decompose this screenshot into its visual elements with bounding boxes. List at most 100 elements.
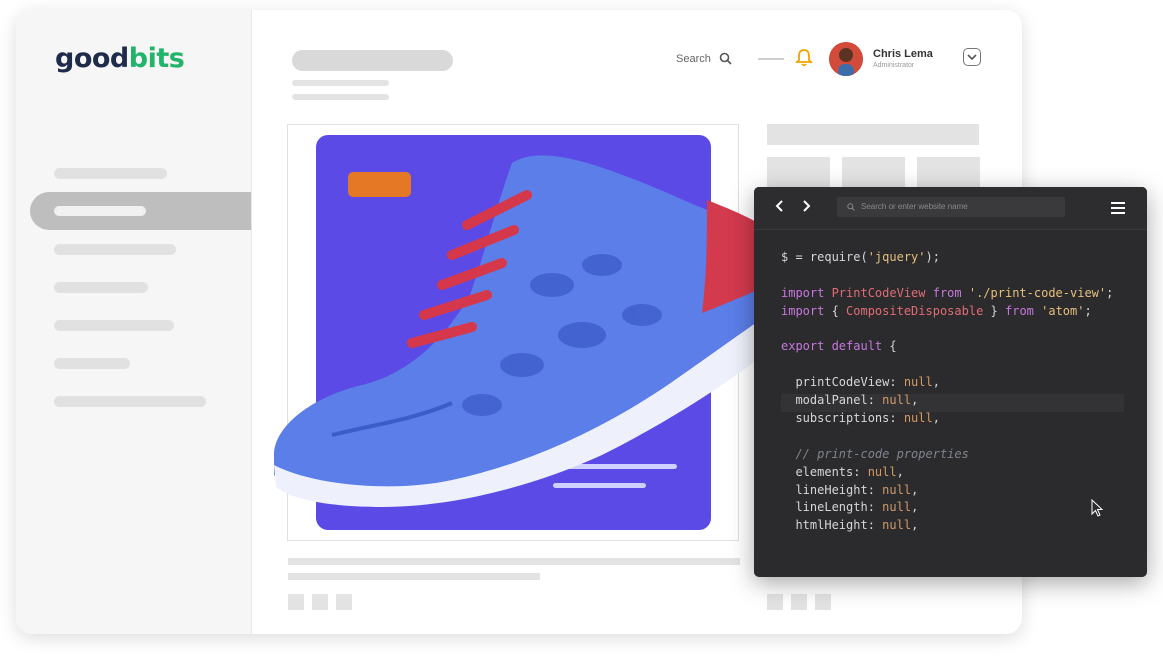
search-button[interactable]: Search: [676, 52, 732, 65]
code-token: {: [831, 303, 847, 318]
code-token: CompositeDisposable: [846, 303, 984, 318]
footer-line-placeholder-1: [288, 558, 740, 565]
sidebar-item-6[interactable]: [54, 358, 130, 369]
code-token: PrintCodeView: [831, 285, 933, 300]
sneaker-image: [274, 155, 770, 507]
bell-icon[interactable]: [795, 48, 813, 68]
search-icon: [847, 203, 855, 211]
code-token: printCodeView:: [781, 375, 904, 390]
pager-square-5[interactable]: [791, 594, 807, 610]
avatar-image: [829, 42, 863, 76]
code-token: import: [781, 285, 832, 300]
code-line: // print-code properties: [781, 446, 1113, 464]
code-token: from: [1005, 303, 1042, 318]
sidebar-item-4[interactable]: [54, 282, 148, 293]
pager-square-1[interactable]: [288, 594, 304, 610]
code-token: htmlHeight:: [781, 518, 883, 533]
code-token: import: [781, 303, 832, 318]
code-token: );: [925, 250, 940, 264]
code-line: lineHeight: null,: [781, 482, 1113, 500]
code-line: modalPanel: null,: [781, 392, 1113, 410]
code-line: export default {: [781, 338, 1113, 356]
thumb-placeholder-1: [767, 157, 830, 187]
code-token: null: [882, 393, 912, 408]
page-title-placeholder: [292, 50, 453, 71]
pager-square-6[interactable]: [815, 594, 831, 610]
code-token: export default: [781, 339, 890, 354]
code-line: subscriptions: null,: [781, 410, 1113, 428]
user-menu-dropdown[interactable]: [963, 48, 981, 66]
code-token: lineHeight:: [781, 482, 883, 497]
logo[interactable]: goodbits: [55, 43, 185, 74]
code-token: elements:: [781, 464, 868, 479]
code-token: null: [882, 500, 912, 515]
avatar[interactable]: [829, 42, 863, 76]
code-token: './print-code-view': [968, 285, 1107, 300]
logo-text-bits: bits: [128, 43, 185, 74]
code-token: ,: [896, 464, 904, 479]
sidebar-item-3[interactable]: [54, 244, 176, 255]
sidebar-item-active[interactable]: [30, 192, 251, 230]
code-browser-window: Search or enter website name $ = require…: [754, 187, 1147, 577]
code-line: htmlHeight: null,: [781, 517, 1113, 535]
user-name: Chris Lema: [873, 48, 933, 60]
address-bar[interactable]: Search or enter website name: [837, 197, 1065, 217]
code-line: import PrintCodeView from './print-code-…: [781, 285, 1113, 303]
code-token: subscriptions:: [781, 411, 904, 426]
code-token: {: [889, 339, 897, 354]
code-browser-toolbar: Search or enter website name: [754, 187, 1147, 230]
code-token: ,: [932, 411, 940, 426]
search-icon: [719, 52, 732, 65]
header-divider: [758, 58, 784, 60]
code-token: ,: [911, 500, 919, 515]
code-editor[interactable]: $ = require('jquery'); import PrintCodeV…: [781, 249, 1113, 535]
pager-square-4[interactable]: [767, 594, 783, 610]
footer-line-placeholder-2: [288, 573, 540, 580]
code-token: null: [882, 482, 912, 497]
code-token: ;: [1106, 285, 1114, 300]
sidebar-item-7[interactable]: [54, 396, 206, 407]
pager-square-2[interactable]: [312, 594, 328, 610]
thumb-placeholder-2: [842, 157, 905, 187]
sidebar-item-active-label: [54, 206, 146, 216]
code-line: import { CompositeDisposable } from 'ato…: [781, 303, 1113, 321]
sidebar-item-5[interactable]: [54, 320, 174, 331]
chevron-down-icon: [967, 53, 977, 60]
sidebar-item-1[interactable]: [54, 168, 167, 179]
code-token: ,: [911, 518, 919, 533]
chevron-right-icon[interactable]: [802, 199, 812, 213]
code-token: from: [932, 285, 969, 300]
code-token: ,: [911, 393, 919, 408]
code-token: }: [983, 303, 1005, 318]
subtitle-placeholder-2: [292, 94, 389, 100]
code-token: null: [903, 375, 933, 390]
chevron-left-icon[interactable]: [774, 199, 784, 213]
code-token: $ = require(: [781, 250, 868, 264]
code-token: ;: [1084, 303, 1092, 318]
sidebar: goodbits: [16, 10, 252, 634]
code-line: elements: null,: [781, 464, 1113, 482]
user-role: Administrator: [873, 62, 915, 69]
sidebar-panel-header-placeholder: [767, 124, 979, 145]
logo-text-good: good: [55, 43, 129, 74]
search-label: Search: [676, 52, 711, 65]
code-token: ,: [911, 482, 919, 497]
code-token: 'jquery': [867, 250, 926, 264]
code-token: ,: [932, 375, 940, 390]
code-token: // print-code properties: [781, 446, 969, 461]
code-token: 'atom': [1041, 303, 1085, 318]
code-token: lineLength:: [781, 500, 883, 515]
pager-square-3[interactable]: [336, 594, 352, 610]
code-line: $ = require('jquery');: [781, 249, 1113, 267]
code-token: null: [867, 464, 897, 479]
code-token: null: [903, 411, 933, 426]
code-token: modalPanel:: [781, 393, 883, 408]
thumb-placeholder-3: [917, 157, 980, 187]
subtitle-placeholder-1: [292, 80, 389, 86]
hamburger-menu-icon[interactable]: [1111, 202, 1125, 214]
code-line: printCodeView: null,: [781, 374, 1113, 392]
